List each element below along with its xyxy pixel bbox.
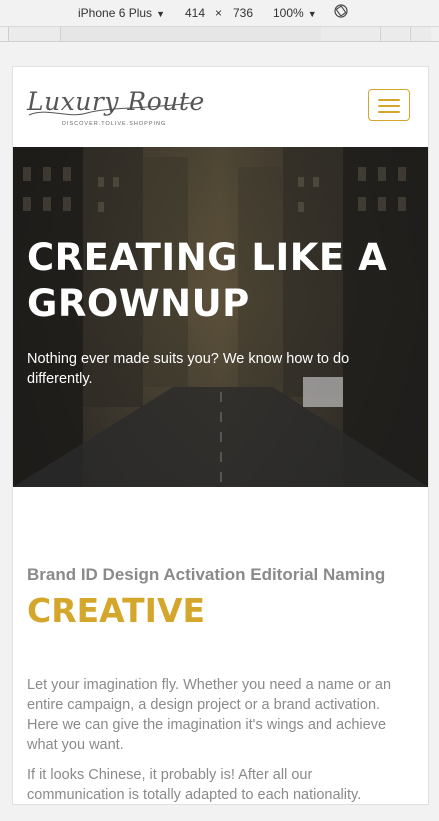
services-list: Brand ID Design Activation Editorial Nam… <box>27 565 386 584</box>
menu-button[interactable] <box>368 89 410 121</box>
creative-section: Brand ID Design Activation Editorial Nam… <box>13 487 428 804</box>
zoom-value: 100% <box>273 6 304 20</box>
device-toolbar: iPhone 6 Plus ▼ 414 × 736 100% ▼ <box>0 0 439 27</box>
hero-title: CREATING LIKE A GROWNUP <box>27 236 388 325</box>
hero-section: CREATING LIKE A GROWNUP Nothing ever mad… <box>13 147 428 487</box>
paragraph-2: If it looks Chinese, it probably is! Aft… <box>27 767 362 803</box>
device-select[interactable]: iPhone 6 Plus ▼ <box>78 6 165 20</box>
section-title: CREATIVE <box>27 591 206 630</box>
times-symbol: × <box>215 6 223 20</box>
width-input[interactable]: 414 <box>185 6 205 20</box>
logo-tagline: DISCOVER.TOLIVE.SHOPPING <box>62 121 167 127</box>
chevron-down-icon: ▼ <box>307 9 317 19</box>
zoom-select[interactable]: 100% ▼ <box>273 6 317 20</box>
rotate-icon[interactable] <box>334 4 348 18</box>
hero-subtitle: Nothing ever made suits you? We know how… <box>27 351 350 387</box>
paragraph-1: Let your imagination fly. Whether you ne… <box>27 677 392 753</box>
device-name: iPhone 6 Plus <box>78 6 153 20</box>
site-logo[interactable]: Luxury Route DISCOVER.TOLIVE.SHOPPING <box>27 85 204 131</box>
chevron-down-icon: ▼ <box>156 9 165 19</box>
logo-name: Luxury Route <box>27 87 205 116</box>
site-header: Luxury Route DISCOVER.TOLIVE.SHOPPING <box>13 67 428 147</box>
height-input[interactable]: 736 <box>233 6 253 20</box>
media-query-ruler[interactable] <box>0 27 439 42</box>
device-viewport: Luxury Route DISCOVER.TOLIVE.SHOPPING CR… <box>12 66 429 805</box>
